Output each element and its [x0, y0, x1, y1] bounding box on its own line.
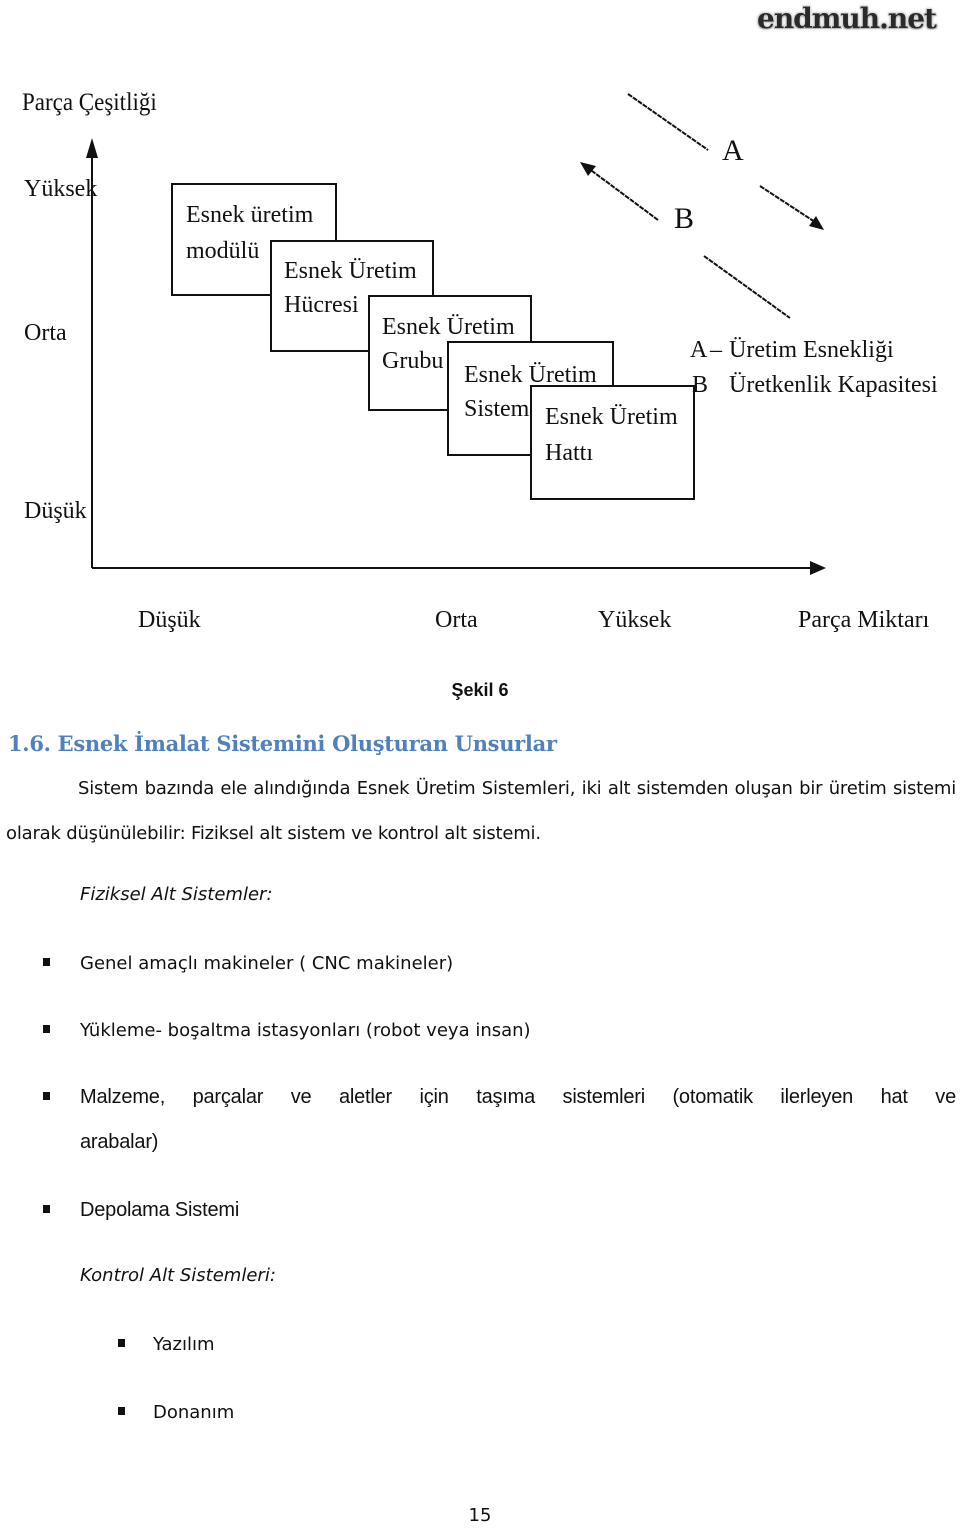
control-item-hardware: Donanım — [153, 1402, 235, 1423]
box-line-line2: Hattı — [545, 440, 593, 466]
bullet-icon — [43, 1025, 50, 1033]
x-tick-mid: Orta — [435, 607, 478, 633]
physical-item-transport-line2: arabalar) — [80, 1131, 159, 1153]
box-system-line2: Sistemi — [464, 396, 536, 422]
bullet-icon — [118, 1407, 125, 1415]
box-group-line1: Esnek Üretim — [382, 314, 515, 340]
physical-item-transport-line1: Malzeme, parçalar ve aletler için taşıma… — [80, 1086, 956, 1108]
x-tick-low: Düşük — [138, 607, 201, 633]
diagram-canvas: Parça Çeşitliği Yüksek Orta Düşük Düşük … — [22, 89, 938, 633]
arrow-a-lower-segment — [759, 185, 819, 225]
y-tick-low: Düşük — [24, 498, 87, 524]
arrow-b-head — [580, 162, 596, 176]
legend-a-label: Üretim Esnekliği — [729, 337, 894, 363]
y-axis-title: Parça Çeşitliği — [22, 89, 157, 116]
section-heading: 1.6. Esnek İmalat Sistemini Oluşturan Un… — [8, 731, 557, 756]
bullet-icon — [118, 1339, 125, 1347]
physical-item-transport: Malzeme, parçalar ve aletler için taşıma… — [80, 1075, 956, 1165]
x-tick-high: Yüksek — [598, 607, 671, 633]
page-number: 15 — [468, 1505, 492, 1526]
box-cell-line1: Esnek Üretim — [284, 258, 417, 284]
figure-caption: Şekil 6 — [451, 680, 509, 700]
box-group-line2: Grubu — [382, 348, 443, 374]
legend-a-sep: – — [709, 337, 723, 363]
physical-item-loading-stations: Yükleme- boşaltma istasyonları (robot ve… — [80, 1020, 531, 1041]
legend-b-label: Üretkenlik Kapasitesi — [729, 372, 938, 398]
box-line-line1: Esnek Üretim — [545, 404, 678, 430]
box-system-line1: Esnek Üretim — [464, 362, 597, 388]
box-cell-line2: Hücresi — [284, 292, 359, 318]
arrow-a-upper-segment — [627, 93, 709, 151]
bullet-icon — [43, 1092, 50, 1100]
figure-flexibility-diagram: Parça Çeşitliği Yüksek Orta Düşük Düşük … — [0, 60, 960, 660]
arrow-b-upper-segment — [587, 167, 659, 221]
y-tick-high: Yüksek — [24, 176, 97, 202]
physical-subsystems-title: Fiziksel Alt Sistemler: — [80, 884, 273, 905]
box-module-line1: Esnek üretim — [186, 202, 314, 228]
physical-item-machines: Genel amaçlı makineler ( CNC makineler) — [80, 953, 454, 974]
x-axis-arrowhead — [810, 561, 826, 575]
y-axis-arrowhead — [86, 138, 98, 158]
box-line: Esnek Üretim Hattı — [530, 385, 695, 500]
bullet-icon — [43, 958, 50, 966]
arrow-label-a: A — [722, 134, 744, 167]
box-module-line2: modülü — [186, 238, 259, 264]
legend-b-key: B — [692, 372, 708, 398]
bullet-icon — [43, 1205, 50, 1213]
arrow-a-head — [809, 216, 824, 230]
legend: A – Üretim Esnekliği B Üretkenlik Kapasi… — [690, 337, 938, 398]
x-axis-title: Parça Miktarı — [798, 607, 930, 633]
physical-item-storage: Depolama Sistemi — [80, 1199, 240, 1221]
control-item-software: Yazılım — [153, 1334, 215, 1355]
arrow-label-b: B — [674, 202, 694, 235]
legend-a-key: A — [690, 337, 708, 363]
watermark-logo: endmuh.net — [757, 2, 937, 35]
arrow-b-lower-segment — [703, 255, 791, 319]
y-tick-mid: Orta — [24, 320, 67, 346]
control-subsystems-title: Kontrol Alt Sistemleri: — [80, 1265, 276, 1286]
intro-paragraph: Sistem bazında ele alındığında Esnek Üre… — [6, 778, 956, 844]
